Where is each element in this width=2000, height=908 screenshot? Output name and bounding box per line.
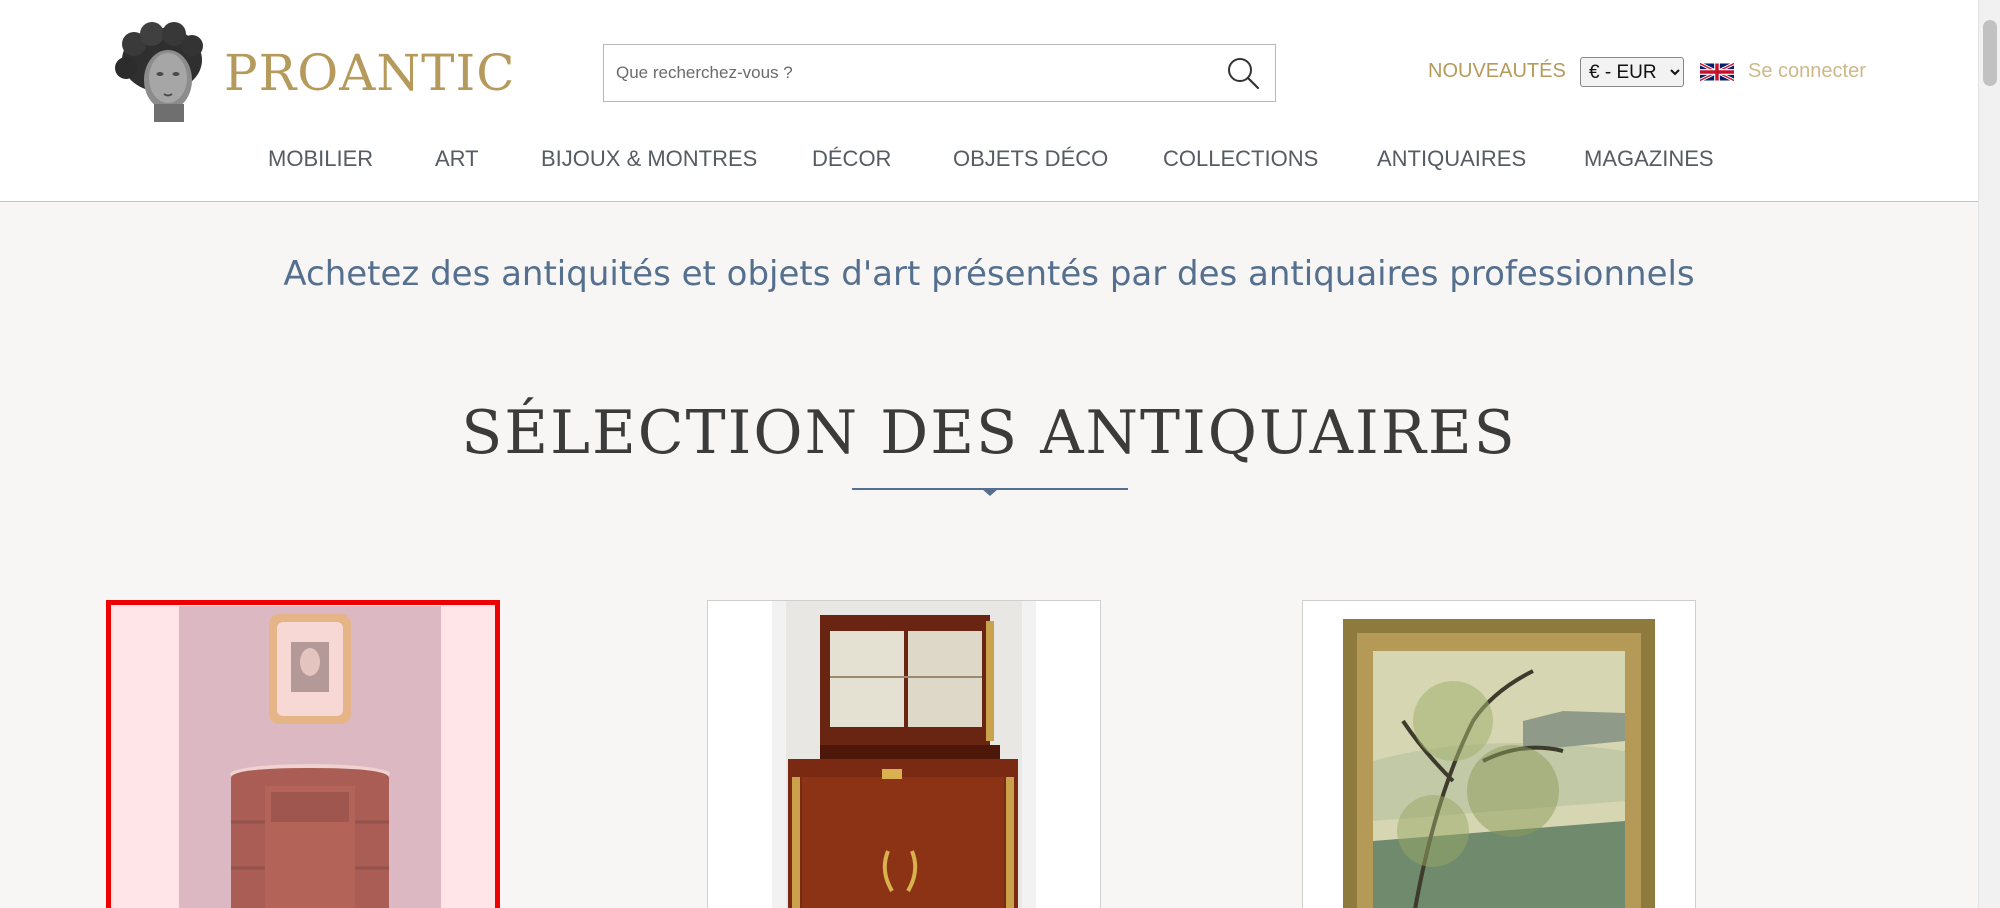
uk-flag-icon[interactable] [1700, 60, 1734, 84]
product-card-1[interactable] [106, 600, 500, 908]
tagline: Achetez des antiquités et objets d'art p… [283, 254, 1695, 294]
nav-item-antiquaires[interactable]: ANTIQUAIRES [1377, 146, 1526, 172]
nav-item-decor[interactable]: DÉCOR [812, 146, 891, 172]
nav-item-magazines[interactable]: MAGAZINES [1584, 146, 1714, 172]
page-scrollbar[interactable] [1978, 0, 2000, 908]
brand-name[interactable]: PROANTIC [224, 44, 516, 102]
nav-item-bijoux-montres[interactable]: BIJOUX & MONTRES [541, 146, 757, 172]
main-nav: MOBILIER ART BIJOUX & MONTRES DÉCOR OBJE… [0, 146, 1978, 182]
nouveautes-link[interactable]: NOUVEAUTÉS [1428, 60, 1566, 83]
product-image-secretary [772, 601, 1036, 908]
search-icon[interactable] [1225, 55, 1261, 91]
product-card-3[interactable] [1302, 600, 1696, 908]
nav-item-mobilier[interactable]: MOBILIER [268, 146, 373, 172]
page: PROANTIC NOUVEAUTÉS € - EUR Se connecter… [0, 0, 1978, 908]
currency-select[interactable]: € - EUR [1580, 57, 1684, 87]
search-box [603, 44, 1276, 102]
product-image-painting [1343, 601, 1655, 908]
nav-item-art[interactable]: ART [435, 146, 479, 172]
search-input[interactable] [616, 55, 1206, 91]
section-divider [852, 488, 1128, 496]
scrollbar-thumb[interactable] [1983, 20, 1997, 86]
nav-item-objets-deco[interactable]: OBJETS DÉCO [953, 146, 1108, 172]
product-image-cabinet [179, 606, 441, 908]
logo-bust-icon[interactable] [112, 20, 212, 124]
login-link[interactable]: Se connecter [1748, 60, 1866, 83]
product-card-2[interactable] [707, 600, 1101, 908]
section-title: SÉLECTION DES ANTIQUAIRES [461, 398, 1517, 468]
nav-item-collections[interactable]: COLLECTIONS [1163, 146, 1318, 172]
site-header: PROANTIC NOUVEAUTÉS € - EUR Se connecter… [0, 0, 1978, 202]
